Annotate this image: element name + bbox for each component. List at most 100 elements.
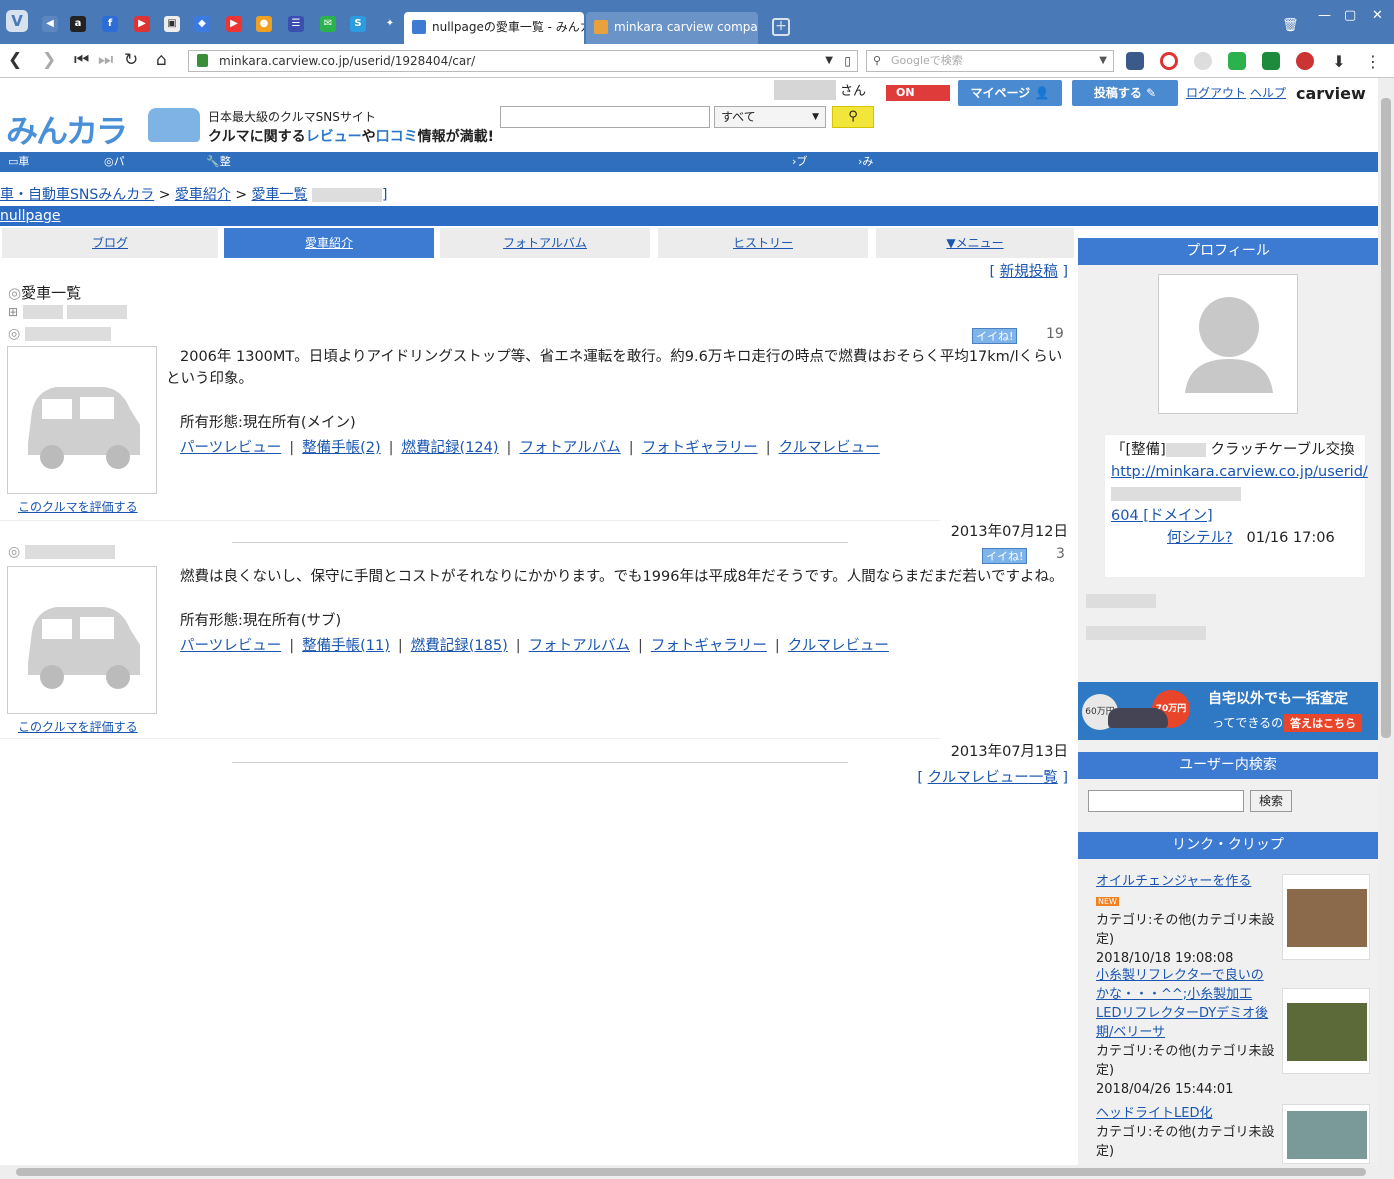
search-engine-field[interactable]: ⚲ Googleで検索 ▼: [866, 50, 1114, 72]
user-name-link[interactable]: nullpage: [0, 208, 61, 224]
fuel-log-link[interactable]: 燃費記録(185): [411, 638, 508, 654]
extension-icon[interactable]: [1262, 52, 1280, 70]
fuel-log-link[interactable]: 燃費記録(124): [402, 440, 499, 456]
maximize-button[interactable]: ▢: [1344, 8, 1356, 23]
clip-thumbnail[interactable]: [1282, 988, 1370, 1074]
status-url-link[interactable]: http://minkara.carview.co.jp/userid/: [1111, 464, 1368, 480]
vertical-scrollbar[interactable]: [1378, 78, 1394, 1165]
nav-minkara-plus[interactable]: ›みんカラ+: [858, 152, 873, 248]
status-url-tail[interactable]: 604 [ドメイン]: [1111, 508, 1213, 524]
tab-menu[interactable]: ▼メニュー: [876, 228, 1074, 258]
help-link[interactable]: ヘルプ: [1250, 84, 1286, 101]
plus-box-icon[interactable]: ⊞: [8, 305, 18, 319]
clip-title-link[interactable]: ヘッドライトLED化: [1096, 1106, 1212, 1121]
redacted-text[interactable]: [1165, 443, 1206, 457]
car-thumbnail[interactable]: [7, 566, 157, 714]
pinned-tab-icon[interactable]: ▶: [134, 16, 150, 32]
like-badge[interactable]: イイね!: [982, 548, 1028, 564]
parts-review-link[interactable]: パーツレビュー: [180, 638, 281, 654]
forward-icon[interactable]: ❯: [42, 50, 56, 70]
back-icon[interactable]: ❮: [8, 50, 22, 70]
like-badge[interactable]: イイね!: [972, 328, 1018, 344]
search-scope-select[interactable]: すべて ▼: [714, 106, 826, 128]
youtube-pinned-icon[interactable]: ▶: [226, 16, 242, 32]
url-field[interactable]: minkara.carview.co.jp/userid/1928404/car…: [188, 50, 858, 72]
carview-logo[interactable]: carview: [1296, 84, 1366, 103]
pinned-tab-icon[interactable]: ☰: [288, 16, 304, 32]
post-button[interactable]: 投稿する ✎: [1072, 80, 1178, 106]
car-review-link[interactable]: クルマレビュー: [788, 638, 889, 654]
photo-gallery-link[interactable]: フォトギャラリー: [642, 440, 758, 456]
pinned-tab-icon[interactable]: f: [102, 16, 118, 32]
nav-blog[interactable]: › ブログ: [792, 152, 807, 208]
avatar[interactable]: [1158, 274, 1298, 414]
maintenance-link[interactable]: 整備手帳(11): [302, 638, 390, 654]
car-name-redacted[interactable]: [24, 545, 115, 559]
site-search-input[interactable]: [500, 106, 710, 128]
clip-thumbnail[interactable]: [1282, 1104, 1370, 1164]
vivaldi-menu-icon[interactable]: V: [6, 10, 28, 32]
pinned-tab-icon[interactable]: ◆: [194, 16, 210, 32]
new-post-link[interactable]: 新規投稿: [1000, 264, 1058, 280]
dropdown-icon[interactable]: ▼: [825, 51, 833, 71]
line-pinned-icon[interactable]: ✉: [320, 16, 336, 32]
nav-maintenance[interactable]: 🔧整備手帳: [206, 152, 231, 228]
scroll-thumb[interactable]: [1381, 98, 1391, 738]
tab-blog[interactable]: ブログ: [2, 228, 218, 258]
new-tab-button[interactable]: +: [772, 18, 790, 36]
photo-album-link[interactable]: フォトアルバム: [519, 440, 620, 456]
scroll-thumb[interactable]: [16, 1168, 1366, 1176]
user-search-button[interactable]: 検索: [1250, 790, 1292, 812]
car-name-redacted[interactable]: [24, 327, 111, 341]
extension-icon[interactable]: [1126, 52, 1144, 70]
close-window-button[interactable]: ✕: [1372, 8, 1383, 23]
horizontal-scrollbar[interactable]: [0, 1165, 1394, 1179]
clip-title-link[interactable]: 小糸製リフレクターで良いのかな・・・^^;小糸製加工LEDリフレクターDYデミオ…: [1096, 968, 1268, 1040]
user-search-input[interactable]: [1088, 790, 1244, 812]
bookmark-icon[interactable]: ▯: [844, 51, 851, 71]
twitter-pinned-icon[interactable]: ✦: [382, 16, 398, 32]
history-icon[interactable]: [1194, 52, 1212, 70]
breadcrumb-home[interactable]: 車・自動車SNSみんカラ: [0, 187, 154, 203]
trash-icon[interactable]: 🗑: [1282, 18, 1299, 33]
clip-title-link[interactable]: オイルチェンジャーを作る: [1096, 874, 1251, 889]
site-search-button[interactable]: ⚲: [832, 106, 874, 128]
extension-icon[interactable]: [1296, 52, 1314, 70]
chevron-down-icon[interactable]: ▼: [1099, 51, 1107, 71]
extension-icon[interactable]: [1228, 52, 1246, 70]
breadcrumb-intro[interactable]: 愛車紹介: [175, 187, 231, 203]
reload-icon[interactable]: ↻: [124, 50, 138, 70]
minimize-button[interactable]: —: [1318, 8, 1331, 23]
car-thumbnail[interactable]: [7, 346, 157, 494]
menu-icon[interactable]: ⋮: [1364, 52, 1382, 71]
download-icon[interactable]: ⬇: [1330, 52, 1348, 71]
pinned-tab-icon[interactable]: ▣: [164, 16, 180, 32]
tab-photo-album[interactable]: フォトアルバム: [440, 228, 650, 258]
skype-pinned-icon[interactable]: S: [350, 16, 366, 32]
tab-active[interactable]: nullpageの愛車一覧 - みんカラ: [404, 12, 584, 44]
tab-history[interactable]: ヒストリー: [658, 228, 868, 258]
online-toggle[interactable]: ON: [886, 85, 950, 101]
amazon-pinned-icon[interactable]: a: [70, 16, 86, 32]
rate-car-link[interactable]: このクルマを評価する: [18, 718, 138, 735]
home-icon[interactable]: ⌂: [156, 50, 167, 70]
what-doing-link[interactable]: 何シテル?: [1167, 530, 1233, 546]
fast-forward-icon[interactable]: ⏭: [98, 50, 113, 70]
pinned-tab-icon[interactable]: ◀: [42, 16, 58, 32]
mypage-button[interactable]: マイページ 👤: [958, 80, 1062, 106]
rewind-icon[interactable]: ⏮: [74, 50, 89, 70]
rate-car-link[interactable]: このクルマを評価する: [18, 498, 138, 515]
clip-thumbnail[interactable]: [1282, 874, 1370, 960]
block-icon[interactable]: [1160, 52, 1178, 70]
car-review-link[interactable]: クルマレビュー: [779, 440, 880, 456]
parts-review-link[interactable]: パーツレビュー: [180, 440, 281, 456]
nav-parts-review[interactable]: ◎ パーツレビュー: [104, 152, 125, 288]
maintenance-link[interactable]: 整備手帳(2): [302, 440, 381, 456]
tab-inactive[interactable]: minkara carview compact: [586, 12, 758, 44]
pinned-tab-icon[interactable]: ●: [256, 16, 272, 32]
minkara-logo[interactable]: みんカラ: [6, 106, 128, 152]
photo-album-link[interactable]: フォトアルバム: [529, 638, 630, 654]
tab-car-intro[interactable]: 愛車紹介: [224, 228, 434, 258]
nav-car-info[interactable]: ▭ 車種別情報: [8, 152, 29, 248]
photo-gallery-link[interactable]: フォトギャラリー: [651, 638, 767, 654]
